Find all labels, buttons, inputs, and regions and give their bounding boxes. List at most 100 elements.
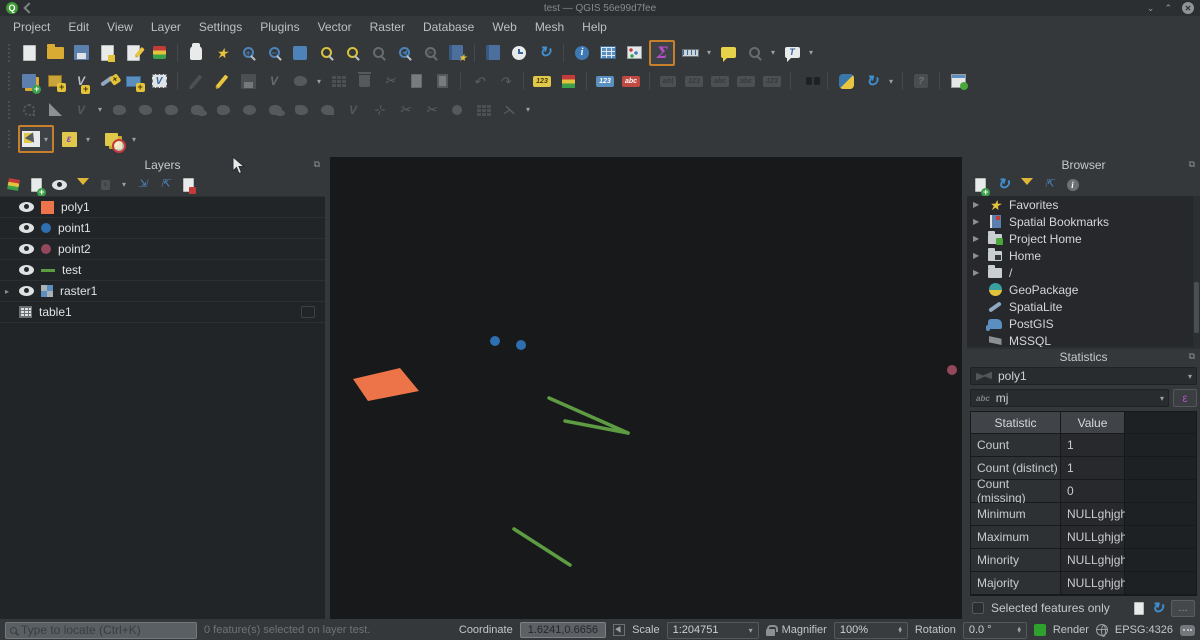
new-spatialite-layer-icon[interactable] xyxy=(96,70,118,92)
render-checkbox[interactable] xyxy=(1034,624,1046,636)
select-by-expression-dropdown-icon[interactable] xyxy=(84,133,92,145)
pan-map-icon[interactable] xyxy=(185,42,207,64)
menu-project[interactable]: Project xyxy=(4,18,59,36)
expand-arrow-icon[interactable]: ▸ xyxy=(5,287,9,296)
layer-styling-icon[interactable] xyxy=(5,176,22,193)
coordinate-toggle-icon[interactable] xyxy=(613,624,625,636)
deselect-dropdown-icon[interactable] xyxy=(130,133,138,145)
filter-expression-dropdown-icon[interactable] xyxy=(120,179,128,191)
text-annotation-dropdown-icon[interactable] xyxy=(807,47,815,59)
lock-scale-icon[interactable] xyxy=(766,629,775,636)
layers-panel-float-icon[interactable]: ⧉ xyxy=(314,159,320,170)
zoom-full-icon[interactable] xyxy=(289,42,311,64)
expression-builder-button[interactable]: ε xyxy=(1173,389,1197,407)
show-bookmarks-icon[interactable] xyxy=(482,42,504,64)
layer-diagram-icon[interactable] xyxy=(557,70,579,92)
new-shapefile-layer-icon[interactable]: V xyxy=(70,70,92,92)
statistics-field-select[interactable]: abc mj ▾ xyxy=(970,389,1169,407)
highlight-labels-icon[interactable]: abc xyxy=(620,70,642,92)
zoom-to-selection-icon[interactable] xyxy=(315,42,337,64)
processing-history-icon[interactable]: ↻ xyxy=(861,70,883,92)
browser-item-geopackage[interactable]: GeoPackage xyxy=(967,281,1200,298)
browser-collapse-all-icon[interactable]: ⇱ xyxy=(1041,176,1058,193)
advanced-digitizing-icon[interactable] xyxy=(44,99,66,121)
pinned-labels-icon[interactable]: 123 xyxy=(594,70,616,92)
recalculate-statistics-icon[interactable]: ↻ xyxy=(1151,601,1164,616)
map-tips-icon[interactable] xyxy=(717,42,739,64)
expand-arrow-icon[interactable]: ▶ xyxy=(973,268,981,277)
table-row[interactable]: Count (missing) 0 xyxy=(971,480,1196,503)
browser-item-favorites[interactable]: ▶ ★ Favorites xyxy=(967,196,1200,213)
map-canvas[interactable] xyxy=(330,157,962,619)
selected-features-only-checkbox[interactable] xyxy=(972,602,984,614)
menu-mesh[interactable]: Mesh xyxy=(526,18,573,36)
collapse-all-icon[interactable]: ⇱ xyxy=(157,176,174,193)
menu-raster[interactable]: Raster xyxy=(361,18,414,36)
save-project-icon[interactable] xyxy=(70,42,92,64)
select-features-dropdown-icon[interactable] xyxy=(42,133,50,145)
statistics-panel-float-icon[interactable]: ⧉ xyxy=(1189,351,1195,362)
menu-layer[interactable]: Layer xyxy=(142,18,190,36)
maximize-button[interactable]: ⌃ xyxy=(1164,4,1172,13)
select-features-button[interactable] xyxy=(18,125,54,153)
visibility-eye-icon[interactable] xyxy=(19,265,34,275)
manage-map-themes-icon[interactable] xyxy=(51,176,68,193)
open-project-icon[interactable] xyxy=(44,42,66,64)
filter-legend-icon[interactable] xyxy=(74,176,91,193)
layout-manager-icon[interactable] xyxy=(96,42,118,64)
magnifier-spinner[interactable]: 100% ▴▾ xyxy=(834,622,908,639)
layer-labeling-icon[interactable]: 123 xyxy=(531,70,553,92)
expand-arrow-icon[interactable]: ▶ xyxy=(973,251,981,260)
toolbar-handle[interactable] xyxy=(8,72,12,90)
statistics-summary-icon[interactable]: Σ xyxy=(649,40,675,66)
table-row[interactable]: Minimum NULLghjgh xyxy=(971,503,1196,526)
statistics-options-button[interactable]: … xyxy=(1171,600,1195,617)
expand-all-icon[interactable]: ⇲ xyxy=(134,176,151,193)
new-project-icon[interactable] xyxy=(18,42,40,64)
layer-row-raster1[interactable]: ▸ raster1 xyxy=(0,280,325,301)
table-row[interactable]: Minority NULLghjgh xyxy=(971,549,1196,572)
layer-row-table1[interactable]: table1 xyxy=(0,301,325,322)
browser-item-home[interactable]: ▶ Home xyxy=(967,247,1200,264)
browser-filter-icon[interactable] xyxy=(1018,176,1035,193)
browser-item-mssql[interactable]: MSSQL xyxy=(967,332,1200,347)
zoom-last-icon[interactable]: ◂ xyxy=(393,42,415,64)
processing-dropdown-icon[interactable] xyxy=(887,75,895,87)
layer-row-point2[interactable]: point2 xyxy=(0,238,325,259)
rotation-spinner[interactable]: 0.0 ° ▴▾ xyxy=(963,622,1027,639)
browser-item-spatial-bookmarks[interactable]: ▶ Spatial Bookmarks xyxy=(967,213,1200,230)
browser-properties-icon[interactable]: i xyxy=(1064,176,1081,193)
menu-plugins[interactable]: Plugins xyxy=(251,18,308,36)
new-layout-icon[interactable] xyxy=(122,42,144,64)
menu-view[interactable]: View xyxy=(98,18,142,36)
menu-help[interactable]: Help xyxy=(573,18,616,36)
zoom-in-icon[interactable]: + xyxy=(237,42,259,64)
temporal-controller-icon[interactable] xyxy=(508,42,530,64)
annotation-dropdown-icon[interactable] xyxy=(769,47,777,59)
layer-row-test[interactable]: test xyxy=(0,259,325,280)
locator-box[interactable] xyxy=(5,622,197,639)
table-row[interactable]: Majority NULLghjgh xyxy=(971,572,1196,595)
table-row[interactable]: Count 1 xyxy=(971,434,1196,457)
toolbar-handle[interactable] xyxy=(8,44,12,62)
minimize-button[interactable]: ⌄ xyxy=(1147,4,1155,13)
trim-extend-dropdown-icon[interactable] xyxy=(524,104,532,116)
remove-layer-icon[interactable] xyxy=(180,176,197,193)
new-postgis-layer-icon[interactable] xyxy=(122,70,144,92)
expand-arrow-icon[interactable]: ▶ xyxy=(973,200,981,209)
expand-arrow-icon[interactable]: ▶ xyxy=(973,217,981,226)
locator-input[interactable] xyxy=(21,623,192,637)
toolbar-handle[interactable] xyxy=(8,130,12,148)
coordinate-value[interactable]: 1.6241,0.6656 xyxy=(520,622,606,638)
new-bookmark-icon[interactable]: ★ xyxy=(445,42,467,64)
layer-row-poly1[interactable]: poly1 xyxy=(0,196,325,217)
pin-icon[interactable] xyxy=(23,2,34,13)
attribute-table-icon[interactable] xyxy=(597,42,619,64)
browser-panel-float-icon[interactable]: ⧉ xyxy=(1189,159,1195,170)
statistics-layer-select[interactable]: poly1 ▾ xyxy=(970,367,1197,385)
scale-select[interactable]: 1:204751 ▾ xyxy=(667,622,759,639)
browser-refresh-icon[interactable]: ↻ xyxy=(995,176,1012,193)
copy-statistics-icon[interactable] xyxy=(1134,602,1144,615)
browser-item-root[interactable]: ▶ / xyxy=(967,264,1200,281)
measure-dropdown-icon[interactable] xyxy=(705,47,713,59)
